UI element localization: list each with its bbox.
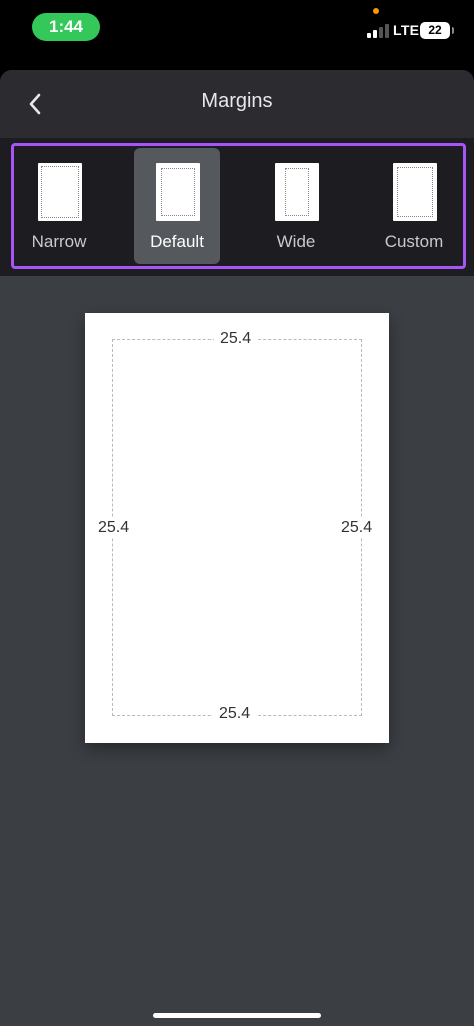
page-title: Margins [201, 90, 273, 112]
margin-options-bar: Narrow Default Wide Custom [0, 138, 474, 276]
time-display[interactable]: 1:44 [32, 13, 100, 41]
cellular-signal-icon [367, 24, 389, 38]
margin-left-value: 25.4 [92, 518, 136, 538]
margins-sheet: Margins Narrow Default Wide Custom 25.4 … [0, 70, 474, 1026]
option-label: Custom [384, 232, 444, 251]
option-label: Narrow [31, 232, 87, 251]
margin-option-narrow[interactable]: Narrow [16, 148, 102, 264]
margin-option-default[interactable]: Default [134, 148, 220, 264]
page-preview: 25.4 25.4 25.4 25.4 [85, 313, 389, 743]
status-bar: 1:44 LTE 22 [0, 0, 474, 58]
option-label: Default [150, 232, 204, 251]
margin-right-value: 25.4 [335, 518, 379, 538]
privacy-indicator-dot [373, 8, 379, 14]
wide-page-icon [275, 163, 319, 221]
margin-option-custom[interactable]: Custom [371, 148, 457, 264]
margin-option-wide[interactable]: Wide [253, 148, 339, 264]
narrow-page-icon [38, 163, 82, 221]
header-bar: Margins [0, 70, 474, 138]
custom-page-icon [393, 163, 437, 221]
battery-icon: 22 [420, 22, 454, 39]
network-type: LTE [393, 22, 420, 38]
margin-top-value: 25.4 [214, 329, 258, 349]
option-label: Wide [276, 232, 316, 251]
margin-guide [112, 339, 362, 716]
default-page-icon [156, 163, 200, 221]
margin-bottom-value: 25.4 [213, 704, 257, 724]
home-indicator[interactable] [153, 1013, 321, 1018]
